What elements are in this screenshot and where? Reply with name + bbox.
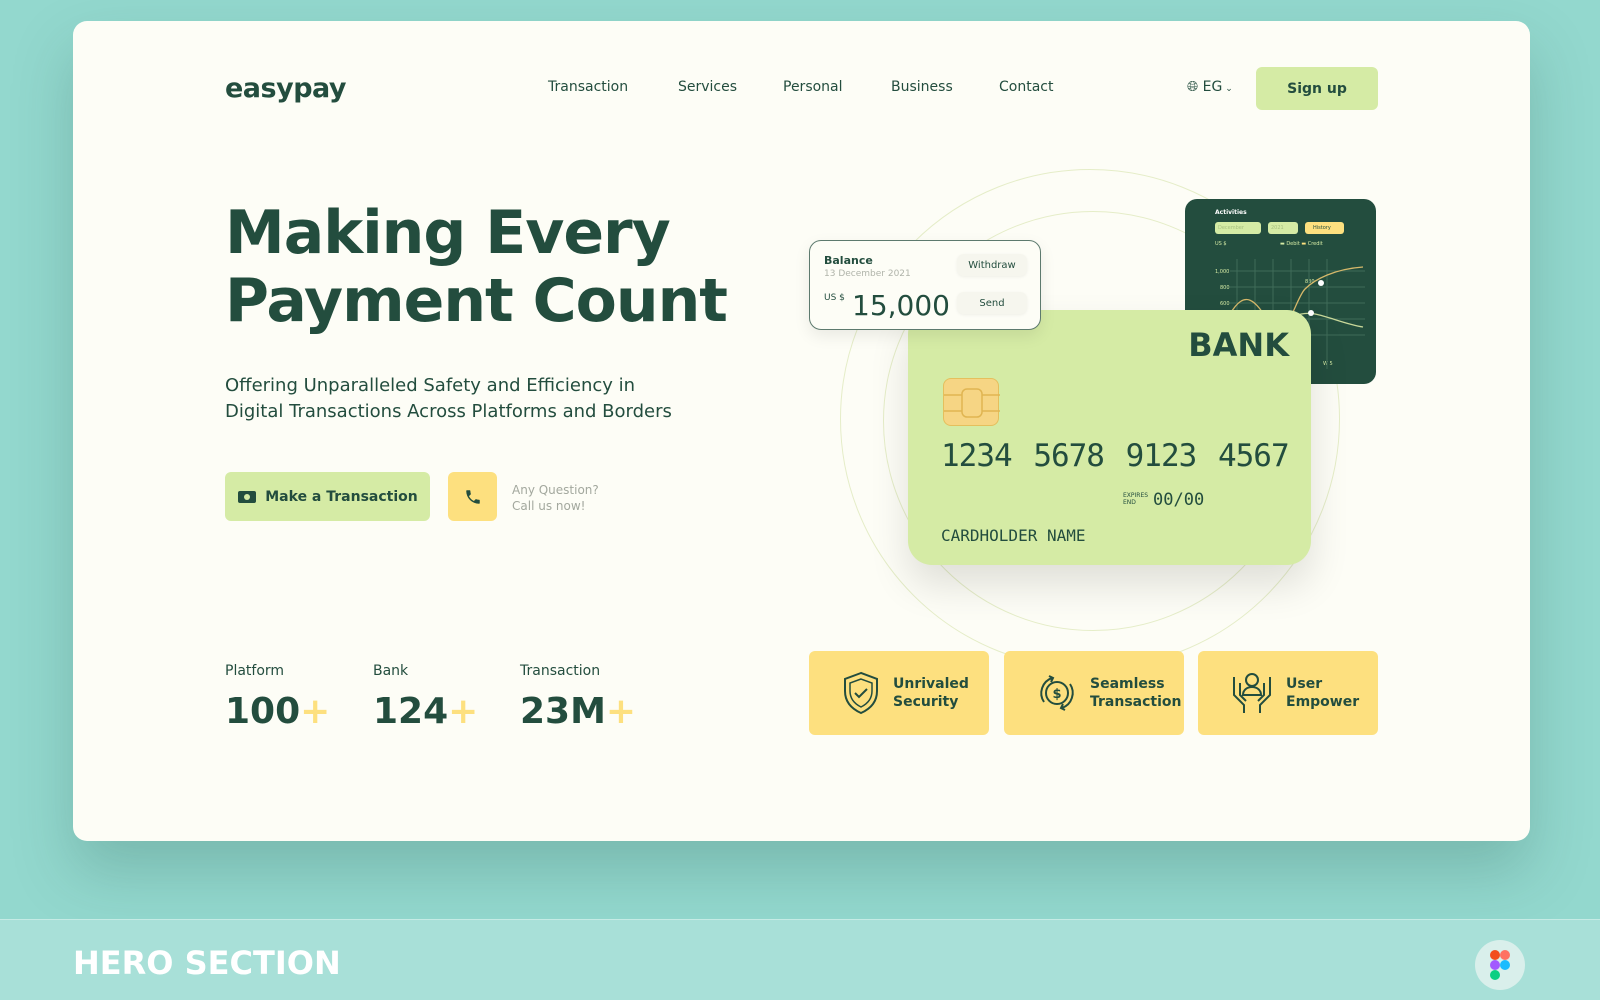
plus-icon: + [448,691,479,732]
balance-widget: Balance 13 December 2021 US $ 15,000 Wit… [809,240,1041,330]
make-transaction-button[interactable]: Make a Transaction [225,472,430,521]
expiry-date: 00/00 [1153,490,1205,510]
currency-label: US $ [824,293,845,303]
stat-number: 100 [225,691,301,732]
feature-label: User Empower [1286,675,1359,711]
end-text: END [1123,499,1136,506]
expires-text: EXPIRES [1123,492,1149,499]
signup-button[interactable]: Sign up [1256,67,1378,110]
stat-number: 124 [373,691,449,732]
call-text: Call us now! [512,499,586,513]
title-line: Payment Count [225,266,728,336]
figma-icon [1475,940,1525,990]
chevron-down-icon: ⌄ [1222,84,1233,94]
call-button[interactable] [448,472,497,521]
section-title: HERO SECTION [73,944,341,982]
nav-personal[interactable]: Personal [783,79,843,95]
stat-label: Platform [225,663,285,679]
language-selector[interactable]: 🌐︎ EG ⌄ [1187,79,1233,95]
feature-label: Seamless Transaction [1090,675,1182,711]
stat-value: 100+ [225,691,330,732]
expires-label: EXPIRES END [1123,492,1148,506]
nav-services[interactable]: Services [678,79,737,95]
balance-title: Balance [824,254,873,267]
stat-label: Bank [373,663,409,679]
hands-user-icon [1233,673,1271,713]
feature-security: Unrivaled Security [809,651,989,735]
language-value: EG [1202,79,1223,95]
money-icon [238,490,257,503]
plus-icon: + [300,691,331,732]
phone-icon [465,489,480,504]
nav-contact[interactable]: Contact [999,79,1053,95]
data-point [1308,310,1314,316]
credit-card: BANK 1234 5678 9123 4567 EXPIRES END 00/0… [908,310,1311,565]
cardholder-name: CARDHOLDER NAME [941,526,1086,545]
feature-line: Security [893,694,959,710]
feature-line: Unrivaled [893,676,969,692]
feature-empower: User Empower [1198,651,1378,735]
balance-date: 13 December 2021 [824,269,911,279]
withdraw-button[interactable]: Withdraw [957,254,1027,276]
data-point [1318,280,1324,286]
subtitle: Offering Unparalleled Safety and Efficie… [225,373,672,425]
logo[interactable]: easypay [223,73,347,104]
dollar-cycle-icon: $ [1040,675,1074,711]
feature-line: Seamless [1090,676,1165,692]
shield-check-icon [844,671,878,715]
globe-icon: 🌐︎ [1187,79,1199,95]
feature-seamless: $ Seamless Transaction [1004,651,1184,735]
stat-number: 23M [520,691,606,732]
chip-icon [943,378,1000,426]
plus-icon: + [605,691,637,732]
card-number: 1234 5678 9123 4567 [941,438,1290,474]
send-button[interactable]: Send [957,292,1027,314]
logo-text: easypay [225,73,347,104]
subtitle-line: Offering Unparalleled Safety and Efficie… [225,375,636,396]
stat-label: Transaction [520,663,601,679]
nav-transaction[interactable]: Transaction [548,79,628,95]
nav-business[interactable]: Business [891,79,953,95]
svg-text:$: $ [1052,687,1061,702]
title-line: Making Every [225,198,671,268]
feature-label: Unrivaled Security [893,675,969,711]
subtitle-line: Digital Transactions Across Platforms an… [225,401,672,422]
cta-label: Make a Transaction [265,488,418,505]
feature-line: Empower [1286,694,1360,710]
stat-value: 23M+ [520,691,636,732]
question-text: Any Question? [512,483,599,497]
page-title: Making Every Payment Count [225,198,728,336]
stat-value: 124+ [373,691,478,732]
hero-panel: easypay Transaction Services Personal Bu… [73,21,1530,841]
balance-amount: 15,000 [852,289,950,322]
call-prompt: Any Question? Call us now! [512,482,599,514]
feature-line: Transaction [1090,694,1182,710]
bank-name: BANK [1188,326,1289,364]
feature-line: User [1286,676,1323,692]
